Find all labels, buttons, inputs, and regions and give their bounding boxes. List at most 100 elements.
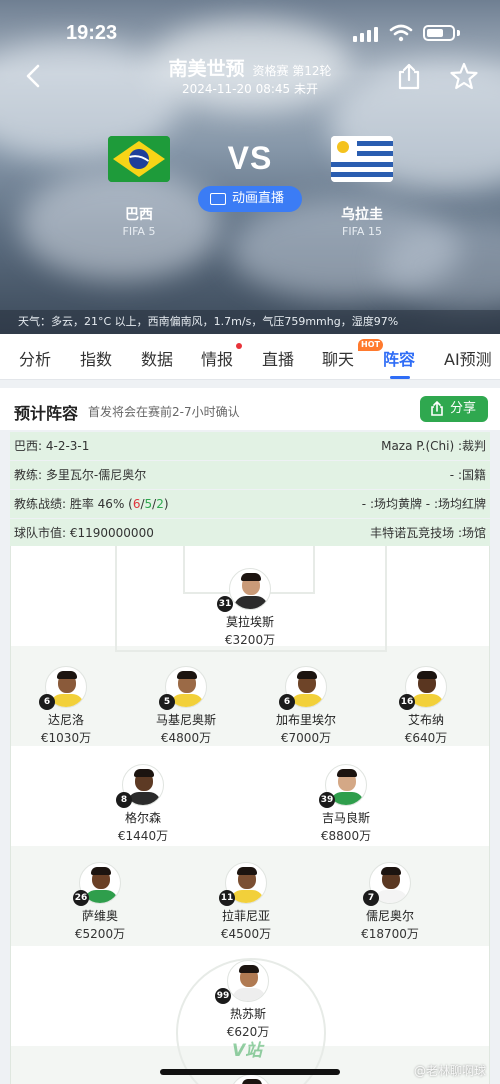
player-value: €3200万 (224, 633, 276, 647)
jersey-number: 39 (319, 792, 335, 808)
share-icon[interactable] (396, 62, 422, 90)
jersey-number: 5 (159, 694, 175, 710)
clock: 19:23 (66, 22, 118, 44)
info-row-market-value: 球队市值: €1190000000 丰特诺瓦竞技场 :场馆 (10, 519, 490, 547)
coach-record: 教练战绩: 胜率 46% (6/5/2) (14, 490, 169, 518)
player-value: €640万 (404, 731, 448, 745)
player-value: €1440万 (117, 829, 169, 843)
player-name: 达尼洛 (47, 713, 84, 727)
player-value: €7000万 (280, 731, 332, 745)
player-card[interactable]: 11 拉菲尼亚 €4500万 (191, 862, 301, 942)
market-value: 球队市值: €1190000000 (14, 526, 154, 540)
away-team-rank: FIFA 15 (342, 225, 382, 238)
pitch: 31 莫拉埃斯 €3200万 6 达尼洛 €1030万 5 马基尼奥斯 €480… (10, 546, 490, 1084)
player-value: €1030万 (40, 731, 92, 745)
lineup-note: 首发将会在赛前2-7小时确认 (88, 405, 240, 419)
tv-icon (210, 193, 226, 205)
share-icon (431, 401, 443, 416)
hot-badge: HOT (358, 339, 383, 351)
coach: 教练: 多里瓦尔-儒尼奥尔 (14, 468, 147, 482)
player-avatar (227, 960, 269, 1002)
site-watermark: V站 (232, 1041, 263, 1061)
animation-live-button[interactable]: 动画直播 (198, 186, 302, 212)
player-card[interactable]: 26 萨维奥 €5200万 (45, 862, 155, 942)
jersey-number: 6 (279, 694, 295, 710)
nationality: - :国籍 (449, 468, 486, 482)
player-name: 格尔森 (124, 811, 161, 825)
favorite-star-icon[interactable] (450, 62, 478, 90)
status-bar: 19:23 (0, 18, 500, 48)
player-name: 艾布纳 (407, 713, 444, 727)
player-card[interactable]: 6 加布里埃尔 €7000万 (251, 666, 361, 746)
active-tab-indicator (390, 376, 410, 379)
account-watermark: @老林聊啊球 (414, 1064, 487, 1078)
player-value: €8800万 (320, 829, 372, 843)
battery-icon (423, 25, 455, 41)
tab-lineup[interactable]: 阵容 (383, 346, 415, 370)
tab-bar: 分析 指数 数据 情报 直播 聊天 阵容 AI预测 (0, 334, 500, 380)
player-name: 吉马良斯 (321, 811, 370, 825)
uruguay-flag-icon (331, 136, 393, 182)
round-label: 资格赛 第12轮 (252, 64, 332, 78)
record-prefix: 教练战绩: 胜率 46% ( (14, 497, 133, 511)
lineup-header: 预计阵容 首发将会在赛前2-7小时确认 分享 (0, 388, 500, 430)
jersey-number: 16 (399, 694, 415, 710)
tab-chat[interactable]: 聊天 (322, 346, 354, 370)
player-name: 拉菲尼亚 (221, 909, 270, 923)
away-team-name[interactable]: 乌拉圭 (302, 204, 422, 224)
wifi-icon (389, 24, 413, 42)
info-row-coach-record: 教练战绩: 胜率 46% (6/5/2) - :场均黄牌 - :场均红牌 (10, 490, 490, 518)
tab-data[interactable]: 数据 (141, 346, 173, 370)
animation-live-label: 动画直播 (232, 191, 285, 206)
versus-label: VS (227, 140, 273, 176)
jersey-number: 8 (116, 792, 132, 808)
player-card[interactable]: 16 艾布纳 €640万 (371, 666, 481, 746)
card-averages: - :场均黄牌 - :场均红牌 (361, 497, 486, 511)
player-card[interactable]: 31 莫拉埃斯 €3200万 (195, 568, 305, 648)
cellular-signal-icon (353, 26, 379, 42)
player-card[interactable]: 5 马基尼奥斯 €4800万 (131, 666, 241, 746)
tab-ai-prediction[interactable]: AI预测 (444, 346, 492, 370)
weather-bar: 天气：多云，21°C 以上，西南偏南风，1.7m/s，气压759mmhg，湿度9… (0, 310, 500, 334)
referee: Maza P.(Chi) :裁判 (381, 439, 486, 453)
tab-odds[interactable]: 指数 (80, 346, 112, 370)
player-card[interactable]: 99 热苏斯 €620万 (193, 960, 303, 1040)
player-card[interactable]: 39 吉马良斯 €8800万 (291, 764, 401, 844)
player-card[interactable]: 8 格尔森 €1440万 (88, 764, 198, 844)
share-button[interactable]: 分享 (420, 396, 488, 422)
player-name: 莫拉埃斯 (225, 615, 274, 629)
player-value: €4800万 (160, 731, 212, 745)
player-card[interactable]: 6 达尼洛 €1030万 (11, 666, 121, 746)
player-value: €5200万 (74, 927, 126, 941)
record-losses: 2 (156, 497, 164, 511)
share-label: 分享 (450, 401, 477, 416)
jersey-number: 31 (217, 596, 233, 612)
player-avatar (229, 568, 271, 610)
player-name: 马基尼奥斯 (155, 713, 216, 727)
jersey-number: 7 (363, 890, 379, 906)
match-header: 19:23 南美世预 资格赛 第12轮 2024-11-20 08:45 未开 V… (0, 0, 500, 334)
player-value: €18700万 (361, 927, 419, 941)
player-name: 热苏斯 (229, 1007, 266, 1021)
record-suffix: ) (163, 497, 169, 511)
player-name: 加布里埃尔 (275, 713, 336, 727)
tab-live[interactable]: 直播 (262, 346, 294, 370)
tab-analysis[interactable]: 分析 (19, 346, 51, 370)
jersey-number: 11 (219, 890, 235, 906)
home-team-name[interactable]: 巴西 (79, 204, 199, 224)
battery-tip (457, 30, 460, 36)
info-row-formation: 巴西: 4-2-3-1 Maza P.(Chi) :裁判 (10, 432, 490, 460)
lineup-title: 预计阵容 (14, 404, 79, 423)
player-name: 萨维奥 (81, 909, 118, 923)
player-card[interactable]: 7 儒尼奥尔 €18700万 (335, 862, 445, 942)
player-value: €4500万 (220, 927, 272, 941)
match-datetime: 2024-11-20 08:45 未开 (182, 82, 318, 96)
jersey-number: 99 (215, 988, 231, 1004)
home-indicator (160, 1069, 340, 1075)
formation: 巴西: 4-2-3-1 (14, 439, 90, 453)
tab-intel[interactable]: 情报 (201, 346, 233, 370)
info-row-coach: 教练: 多里瓦尔-儒尼奥尔 - :国籍 (10, 461, 490, 489)
player-name: 儒尼奥尔 (365, 909, 414, 923)
match-title: 南美世预 资格赛 第12轮 (0, 54, 500, 81)
stadium: 丰特诺瓦竞技场 :场馆 (370, 526, 486, 540)
